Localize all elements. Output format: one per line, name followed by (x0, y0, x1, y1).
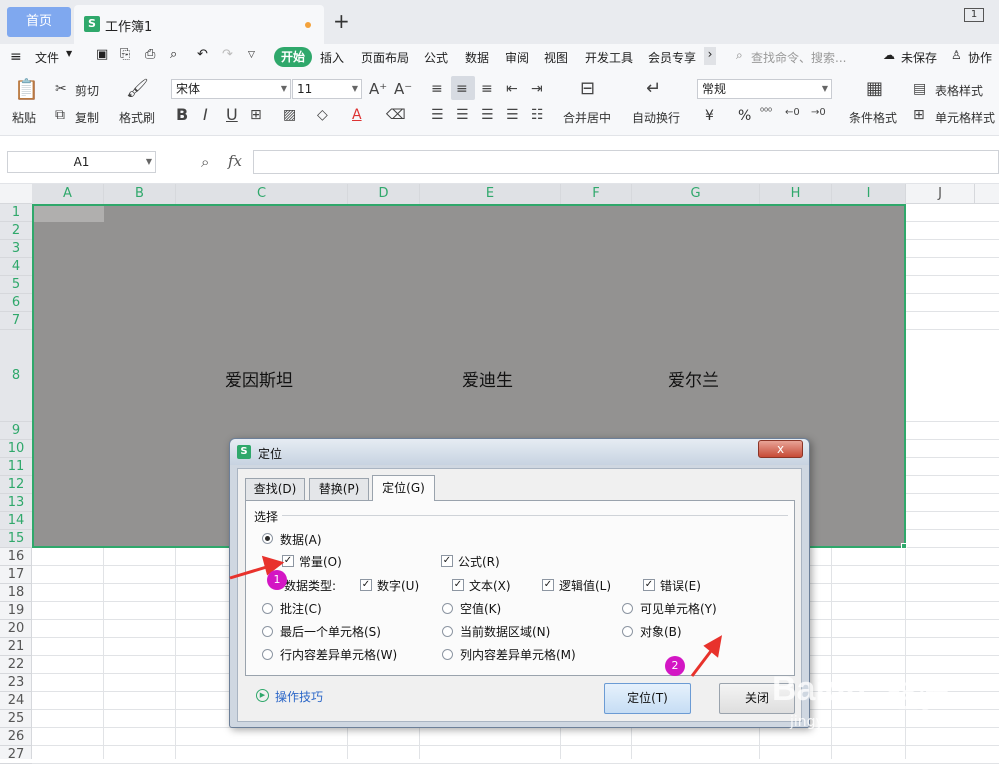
watermark-brand-cn: 经验 (888, 680, 948, 715)
step-badge-1: 1 (267, 570, 287, 590)
group-label: 选择 (254, 508, 283, 525)
tab-locate[interactable]: 定位(G) (372, 475, 435, 501)
annotation-arrows (229, 555, 723, 677)
step-badge-2: 2 (665, 656, 685, 676)
watermark-brand: Baidu (772, 670, 867, 708)
watermark-url: jingyan.baidu.com (790, 714, 920, 730)
arrow-2 (690, 635, 723, 677)
baidu-watermark: Baidu 经验 jingyan.baidu.com (770, 668, 999, 759)
